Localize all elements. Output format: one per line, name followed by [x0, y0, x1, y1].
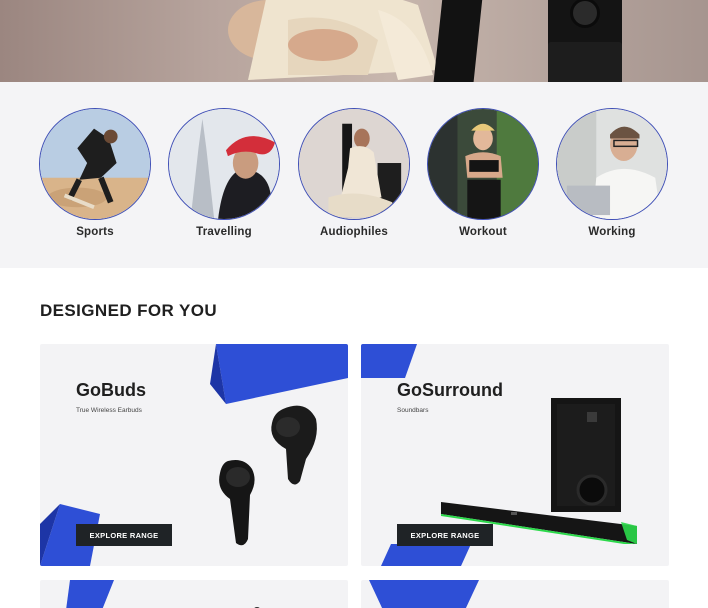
decorative-blue-shape [361, 344, 417, 378]
activity-label[interactable]: Sports [39, 226, 151, 238]
decorative-blue-shape [369, 580, 479, 608]
activity-label[interactable]: Workout [427, 226, 539, 238]
activity-working[interactable]: Working [556, 108, 668, 238]
travelling-image[interactable] [168, 108, 280, 220]
explore-range-button[interactable]: EXPLORE RANGE [397, 524, 493, 546]
hero-soundbar-image [432, 0, 484, 82]
hero-banner[interactable] [0, 0, 708, 82]
hero-model-image [228, 0, 438, 80]
product-card-gobuds[interactable]: GoBuds True Wireless Earbuds EXPLORE RAN… [40, 344, 348, 566]
section-title: DESIGNED FOR YOU [40, 301, 218, 320]
product-card-next[interactable] [361, 580, 669, 608]
activity-sports[interactable]: Sports [39, 108, 151, 238]
soundbar-image [441, 398, 637, 544]
hero-speaker-base [548, 42, 622, 82]
explore-range-button[interactable]: EXPLORE RANGE [76, 524, 172, 546]
activity-travelling[interactable]: Travelling [168, 108, 280, 238]
product-card-gosurround[interactable]: GoSurround Soundbars EXPLORE RANGE [361, 344, 669, 566]
sports-image[interactable] [39, 108, 151, 220]
activity-workout[interactable]: Workout [427, 108, 539, 238]
activity-label[interactable]: Audiophiles [298, 226, 410, 238]
workout-image[interactable] [427, 108, 539, 220]
activity-categories: Sports Travelling Audiophiles Workout Wo… [0, 82, 708, 268]
earbuds-image [219, 405, 317, 546]
product-subtitle: True Wireless Earbuds [76, 407, 142, 414]
product-card-next[interactable] [40, 580, 348, 608]
activity-label[interactable]: Working [556, 226, 668, 238]
product-subtitle: Soundbars [397, 407, 429, 414]
product-image-partial [254, 607, 260, 608]
activity-label[interactable]: Travelling [168, 226, 280, 238]
working-image[interactable] [556, 108, 668, 220]
audiophiles-image[interactable] [298, 108, 410, 220]
decorative-blue-shape [381, 544, 471, 566]
decorative-blue-shape [66, 580, 114, 608]
product-name: GoBuds [76, 380, 146, 400]
activity-audiophiles[interactable]: Audiophiles [298, 108, 410, 238]
